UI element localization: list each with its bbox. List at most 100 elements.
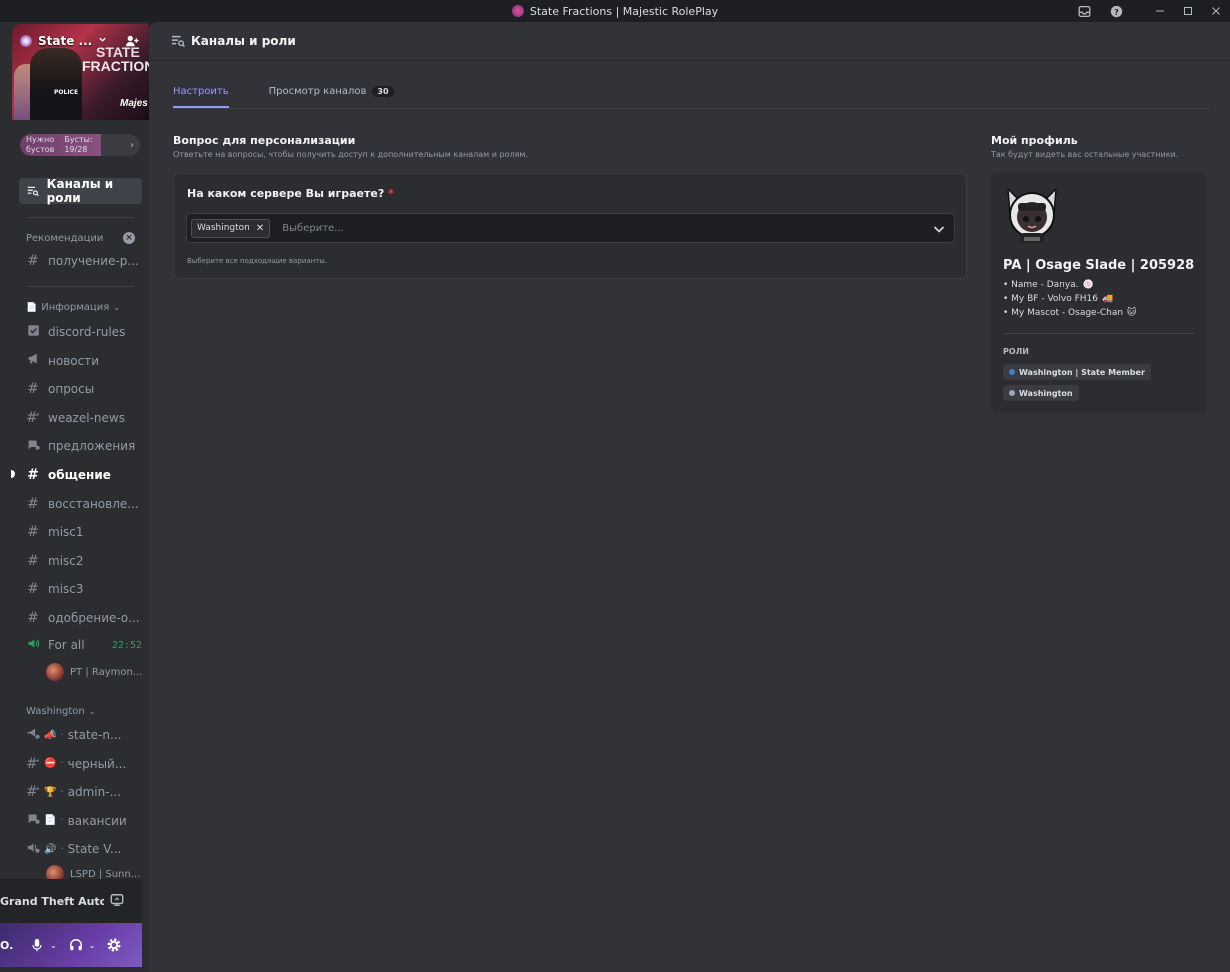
required-mark: * [388,187,394,200]
banner-police-badge: POLICE [54,89,79,96]
select-placeholder[interactable]: Выберите... [282,223,343,234]
hash-icon: # [27,381,39,398]
avatar[interactable] [998,179,1066,247]
server-name: State ... [38,34,93,48]
boost-progress-bar[interactable]: Нужно бустов Бусты: 19/28 › [20,134,140,156]
category-label: Рекомендации [26,233,104,244]
boost-count-label: Бусты: 19/28 [64,135,93,154]
category-washington[interactable]: Washington ⌄ [26,706,95,717]
server-header[interactable]: State ... [12,30,149,52]
speaker-icon [26,637,40,654]
voice-user[interactable]: PT | Raymon... [46,663,142,681]
channel-misc3[interactable]: # misc3 [26,578,142,600]
channel-washington-0[interactable]: 📣 · state-n... [26,724,142,746]
channel-misc1[interactable]: # misc1 [26,521,142,543]
question-label: На каком сервере Вы играете? * [187,187,394,200]
chevron-down-icon[interactable] [932,221,946,235]
hash-thread-icon: #• [26,784,40,800]
role-color-dot [1009,390,1015,396]
bio-emoji-icon: 🍥 [1082,280,1094,290]
channel-одобрение-о[interactable]: # одобрение-о... [26,607,142,629]
role-pill[interactable]: Washington | State Member [1003,364,1151,380]
unread-indicator [11,470,15,478]
tab-bar: Настроить Просмотр каналов 30 [173,78,394,108]
channel-recommendation[interactable]: # получение-р... [26,250,142,272]
activity-panel[interactable]: Grand Theft Auto ... [0,879,142,923]
separator-dot: · [60,815,64,826]
channel-discord-rules[interactable]: discord-rules [26,321,142,343]
main-content: Каналы и роли Настроить Просмотр каналов… [149,22,1230,972]
separator-dot: · [60,729,64,741]
banner-figure-officer [30,48,82,120]
channel-label: misc2 [48,553,84,568]
chevron-down-icon[interactable]: ⌄ [89,941,96,950]
chevron-down-icon [98,35,107,47]
maximize-icon[interactable] [1174,0,1202,22]
channel-emoji-icon: 📣 [44,729,57,741]
channel-sidebar: POLICE STATE FRACTION Majes State ... Ну… [0,22,149,972]
channel-washington-3[interactable]: 📄 · вакансии [26,810,142,832]
server-badge-icon [20,35,32,47]
channel-misc2[interactable]: # misc2 [26,550,142,572]
channel-новости[interactable]: новости [26,350,142,372]
tab-customize[interactable]: Настроить [173,78,229,108]
headphones-icon[interactable] [67,936,85,954]
profile-display-name: PA | Osage Slade | 205928 [1003,258,1195,273]
sidebar-item-channels-roles[interactable]: Каналы и роли [19,177,142,205]
mascot-icon: 🐱 [1127,308,1137,318]
channel-emoji-icon: 📄 [44,815,57,826]
chevron-down-icon[interactable]: ⌄ [50,941,57,950]
tab-browse-channels[interactable]: Просмотр каналов 30 [269,78,394,104]
voice-channel-for-all[interactable]: For all 22:52 [26,634,142,656]
channel-emoji-icon: 🔊 [44,843,57,855]
channel-предложения[interactable]: предложения [26,435,142,457]
bio-text: • My BF - Volvo FH16 [1003,294,1098,304]
invite-people-icon[interactable] [125,33,141,49]
role-pill[interactable]: Washington [1003,385,1079,401]
remove-option-icon[interactable]: ✕ [256,223,264,234]
select-hint: Выберите все подходящие варианты. [187,257,328,265]
inbox-icon[interactable] [1068,0,1100,22]
hash-thread-icon: #• [26,409,40,426]
voice-user-name: LSPD | Sunn... [70,868,141,880]
server-multiselect[interactable]: Washington ✕ Выберите... [186,213,955,243]
category-label: Информация [41,302,110,313]
channel-washington-1[interactable]: #• ⛔ · черный... [26,753,142,775]
channel-weazel-news[interactable]: #• weazel-news [26,407,142,429]
forum-icon [26,812,40,829]
hash-icon: # [27,467,39,483]
user-name[interactable]: O. [0,939,18,952]
category-recommendations[interactable]: Рекомендации × [26,232,136,244]
help-icon[interactable]: ? [1100,0,1132,22]
channel-восстановле[interactable]: # восстановле... [26,493,142,515]
channel-label: misc3 [48,582,84,597]
minimize-icon[interactable] [1146,0,1174,22]
channel-label: misc1 [48,525,84,540]
channel-washington-4[interactable]: 🔊 · State V... [26,838,142,860]
category-info[interactable]: 📄 Информация ⌄ [26,302,120,313]
channel-label: новости [48,353,99,368]
tabs-divider [173,108,1209,109]
channel-общение[interactable]: # общение [26,464,142,486]
activity-text: Grand Theft Auto ... [0,894,104,908]
app-window: State Fractions | Majestic RolePlay ? PO… [0,0,1230,972]
selected-option-chip[interactable]: Washington ✕ [191,218,271,238]
channel-washington-2[interactable]: #• 🏆 · admin-... [26,781,142,803]
channel-label: черный... [67,756,127,771]
hash-icon: # [27,495,39,512]
channel-label: State V... [67,842,122,856]
channel-label: получение-р... [48,254,139,268]
channels-roles-icon [27,186,39,197]
dismiss-recommendations-icon[interactable]: × [123,232,135,244]
banner-text-fraction: FRACTION [82,58,149,74]
sidebar-divider [26,217,133,218]
close-icon[interactable] [1202,0,1230,22]
gear-icon[interactable] [105,936,123,954]
microphone-icon[interactable] [28,936,46,954]
tab-label: Просмотр каналов [268,85,367,97]
channel-опросы[interactable]: # опросы [26,378,142,400]
game-screen-icon[interactable] [110,892,124,911]
hash-icon: # [27,610,39,626]
channel-emoji-icon: ⛔ [44,758,57,769]
channel-label: weazel-news [48,410,125,425]
